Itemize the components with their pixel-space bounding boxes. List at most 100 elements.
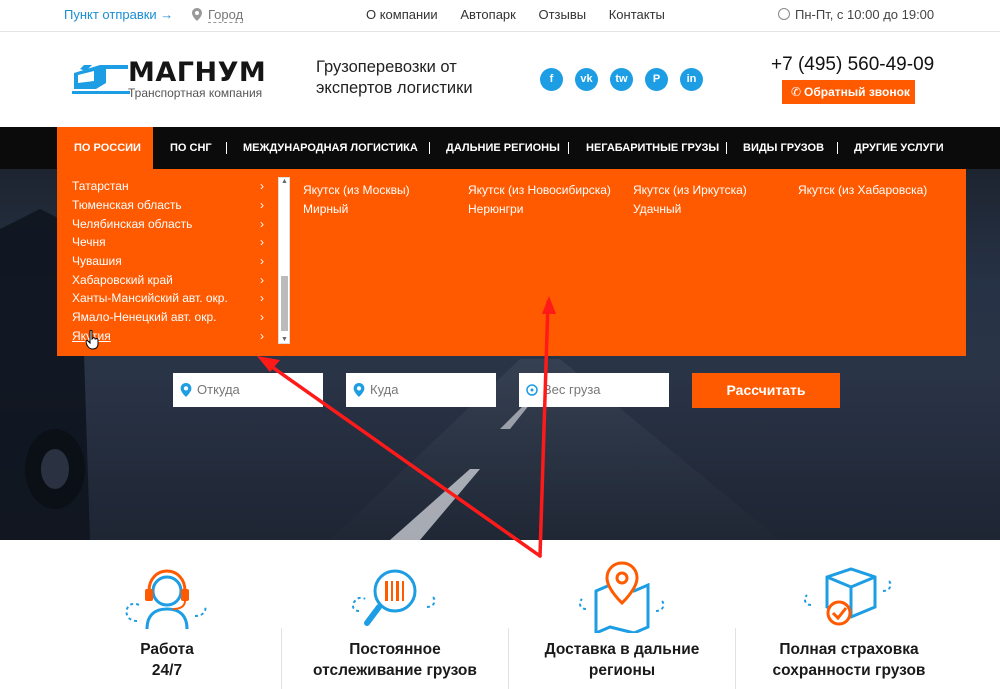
calculate-button[interactable]: Рассчитать: [692, 373, 840, 408]
map-pin-icon: [578, 561, 665, 633]
linkedin-icon[interactable]: in: [680, 68, 703, 91]
cities-column: Якутск (из Хабаровска): [798, 181, 927, 200]
phone-number[interactable]: +7 (495) 560-49-09: [771, 54, 934, 76]
city-link[interactable]: Мирный: [303, 200, 410, 219]
region-item[interactable]: Чувашия ›: [72, 252, 272, 271]
chevron-right-icon: ›: [260, 235, 264, 249]
main-nav: По России По СНГ Международная логистика…: [0, 127, 1000, 169]
regions-list: Татарстан › Тюменская область › Челябинска…: [57, 169, 292, 356]
nav-remote-regions[interactable]: Дальние регионы: [446, 127, 560, 169]
brand-name: МАГНУМ: [128, 57, 267, 88]
top-bar: Пункт отправки → Город О компании Автопа…: [0, 0, 1000, 32]
slogan: Грузоперевозки от экспертов логистики: [316, 57, 473, 99]
feature-title: Доставка в дальние: [544, 641, 700, 658]
vk-icon[interactable]: vk: [575, 68, 598, 91]
twitter-icon[interactable]: tw: [610, 68, 633, 91]
pinterest-icon[interactable]: P: [645, 68, 668, 91]
region-label: Татарстан: [72, 179, 129, 193]
chevron-right-icon: ›: [260, 179, 264, 193]
social-links: f vk tw Pin: [540, 68, 715, 91]
working-hours: Пн-Пт, с 10:00 до 19:00: [778, 7, 934, 22]
chevron-right-icon: ›: [260, 329, 264, 343]
chevron-right-icon: ›: [260, 273, 264, 287]
scrollbar-thumb[interactable]: [281, 276, 288, 331]
region-label: Ямало-Ненецкий авт. окр.: [72, 310, 217, 324]
city-link[interactable]: Удачный: [633, 200, 747, 219]
city-label: Город: [208, 7, 244, 23]
top-nav-about[interactable]: О компании: [366, 7, 438, 22]
hand-cursor-icon: [86, 330, 99, 350]
nav-oversized[interactable]: Негабаритные грузы: [586, 127, 719, 169]
callback-button[interactable]: ✆ Обратный звонок: [782, 80, 915, 104]
cities-column: Якутск (из Москвы) Мирный: [303, 181, 410, 219]
city-link[interactable]: Нерюнгри: [468, 200, 611, 219]
to-placeholder: Куда: [370, 382, 399, 397]
region-item[interactable]: Тюменская область ›: [72, 196, 272, 215]
insured-box-icon: [803, 567, 892, 626]
nav-cis[interactable]: По СНГ: [170, 127, 212, 169]
top-nav-contacts[interactable]: Контакты: [609, 7, 665, 22]
location-pin-icon: [192, 8, 202, 21]
regions-scrollbar[interactable]: ▲ ▼: [278, 177, 290, 344]
feature-card: Постоянное отслеживание грузов: [282, 540, 508, 689]
feature-title: Полная страховка: [779, 641, 919, 658]
city-selector[interactable]: Город: [192, 7, 244, 23]
brand-subtitle: Транспортная компания: [128, 86, 263, 100]
location-pin-icon: [353, 383, 365, 397]
city-link[interactable]: Якутск (из Хабаровска): [798, 181, 927, 200]
top-nav-fleet[interactable]: Автопарк: [460, 7, 516, 22]
weight-field[interactable]: Вес груза: [519, 373, 669, 407]
region-item[interactable]: Татарстан ›: [72, 177, 272, 196]
scroll-up-icon[interactable]: ▲: [281, 178, 288, 185]
chevron-right-icon: ›: [260, 217, 264, 231]
weight-icon: [526, 384, 538, 396]
feature-card: Доставка в дальние регионы: [509, 540, 735, 689]
nav-international[interactable]: Международная логистика: [243, 127, 418, 169]
callback-label: Обратный звонок: [804, 85, 910, 99]
region-label: Хабаровский край: [72, 273, 173, 287]
region-label: Чечня: [72, 235, 106, 249]
from-placeholder: Откуда: [197, 382, 240, 397]
city-link[interactable]: Якутск (из Иркутска): [633, 181, 747, 200]
region-item[interactable]: Хабаровский край ›: [72, 271, 272, 290]
region-item[interactable]: Челябинская область ›: [72, 215, 272, 234]
truck-logo-icon: [72, 65, 130, 94]
site-header: МАГНУМ Транспортная компания Грузоперево…: [0, 33, 1000, 128]
cities-column: Якутск (из Иркутска) Удачный: [633, 181, 747, 219]
scroll-down-icon[interactable]: ▼: [281, 336, 288, 343]
to-field[interactable]: Куда: [346, 373, 496, 407]
feature-title: сохранности грузов: [772, 662, 926, 679]
phone-icon: ✆: [791, 85, 802, 99]
region-label: Тюменская область: [72, 198, 182, 212]
region-label: Ханты-Мансийский авт. окр.: [72, 291, 228, 305]
region-item[interactable]: Чечня ›: [72, 233, 272, 252]
company-logo[interactable]: МАГНУМ Транспортная компания: [72, 57, 272, 102]
city-link[interactable]: Якутск (из Новосибирска): [468, 181, 611, 200]
feature-title: 24/7: [151, 662, 183, 679]
region-label: Чувашия: [72, 254, 122, 268]
top-nav: О компании Автопарк Отзывы Контакты: [366, 7, 684, 22]
region-item[interactable]: Ямало-Ненецкий авт. окр. ›: [72, 308, 272, 327]
slogan-line: Грузоперевозки от: [316, 58, 457, 76]
chevron-right-icon: ›: [260, 291, 264, 305]
chevron-right-icon: ›: [260, 310, 264, 324]
facebook-icon[interactable]: f: [540, 68, 563, 91]
nav-cargo-types[interactable]: Виды грузов: [743, 127, 824, 169]
feature-card: Полная страховка сохранности грузов: [736, 540, 962, 689]
ship-point-link[interactable]: Пункт отправки →: [64, 7, 173, 22]
feature-title: Работа: [140, 641, 194, 658]
top-nav-reviews[interactable]: Отзывы: [538, 7, 586, 22]
regions-dropdown: Татарстан › Тюменская область › Челябинска…: [57, 169, 966, 356]
slogan-line: экспертов логистики: [316, 79, 473, 97]
features-section: Работа 24/7 Постоянное отслеживание грузов…: [0, 540, 1000, 689]
city-link[interactable]: Якутск (из Москвы): [303, 181, 410, 200]
feature-title: отслеживание грузов: [313, 662, 477, 679]
nav-other-services[interactable]: Другие услуги: [854, 127, 944, 169]
feature-title: регионы: [588, 662, 656, 679]
region-item[interactable]: Ханты-Мансийский авт. окр. ›: [72, 289, 272, 308]
nav-russia[interactable]: По России: [57, 127, 153, 169]
region-item-active[interactable]: Якутия›: [72, 327, 272, 346]
from-field[interactable]: Откуда: [173, 373, 323, 407]
weight-placeholder: Вес груза: [543, 382, 601, 397]
feature-card: Работа 24/7: [54, 540, 280, 689]
